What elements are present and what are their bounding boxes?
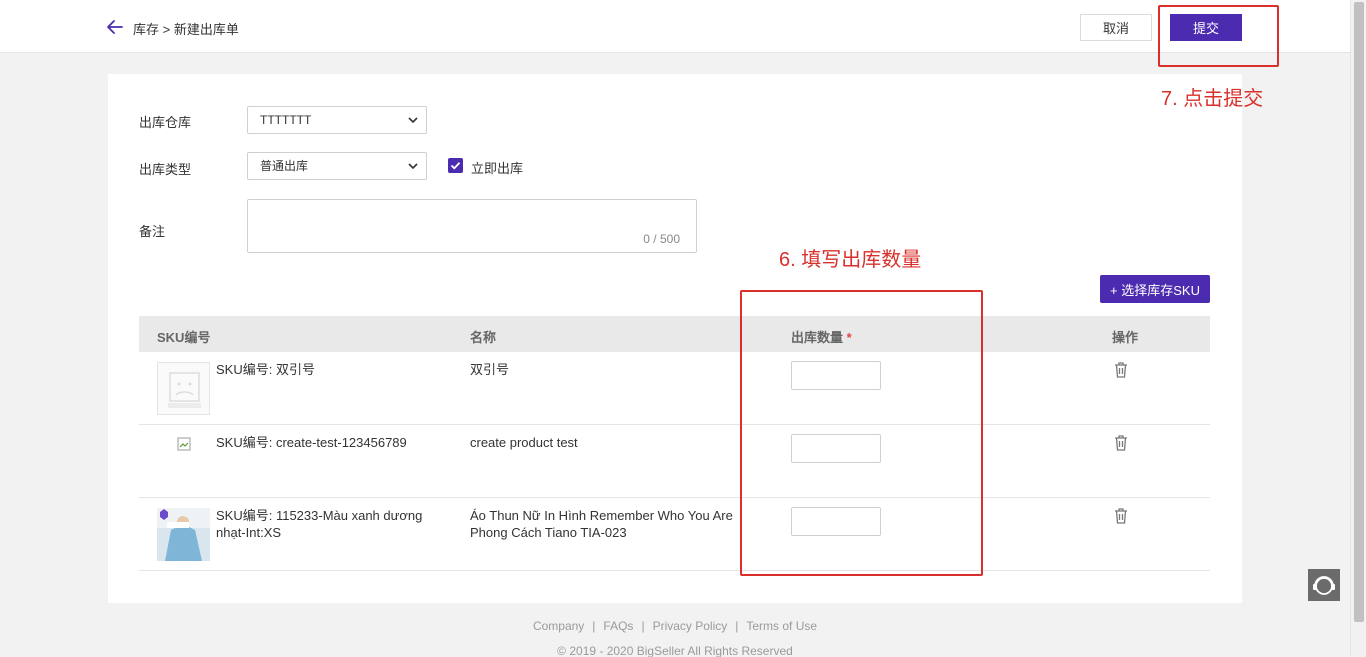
outbound-form-card: 出库仓库 TTTTTTT 出库类型 普通出库 立即出库 备注 0 / 500 +… (108, 74, 1242, 603)
annotation-step6: 6. 填写出库数量 (779, 249, 922, 271)
trash-icon[interactable] (1113, 361, 1129, 379)
annotation-box-submit (1158, 5, 1279, 67)
table-header: SKU编号 名称 出库数量 * 操作 (139, 316, 1210, 352)
immediate-outbound-checkbox[interactable] (448, 158, 463, 173)
sku-code: SKU编号: 115233-Màu xanh dương nhạt-Int:XS (216, 508, 423, 540)
select-inventory-sku-button[interactable]: + 选择库存SKU (1100, 275, 1210, 303)
warehouse-label: 出库仓库 (139, 115, 192, 130)
table-row: SKU编号: 115233-Màu xanh dương nhạt-Int:XS… (139, 498, 1210, 571)
type-label: 出库类型 (139, 162, 192, 177)
type-select[interactable]: 普通出库 (247, 152, 427, 180)
table-row: SKU编号: 双引号 双引号 (139, 352, 1210, 425)
chevron-down-icon (408, 163, 418, 170)
remark-char-counter: 0 / 500 (643, 232, 680, 246)
remark-textarea[interactable]: 0 / 500 (247, 199, 697, 253)
product-thumbnail (157, 508, 210, 561)
chevron-down-icon (408, 117, 418, 124)
broken-image-icon (177, 437, 191, 451)
sku-code: SKU编号: 双引号 (216, 362, 315, 377)
trash-icon[interactable] (1113, 434, 1129, 452)
copyright: © 2019 - 2020 BigSeller All Rights Reser… (557, 644, 793, 657)
breadcrumb: 库存 > 新建出库单 (133, 22, 239, 37)
warehouse-select-value: TTTTTTT (260, 113, 312, 127)
sku-code: SKU编号: create-test-123456789 (216, 435, 407, 450)
customer-service-button[interactable] (1308, 569, 1340, 601)
product-name: Áo Thun Nữ In Hình Remember Who You Are … (470, 508, 733, 540)
remark-label: 备注 (139, 224, 166, 239)
page-scrollbar[interactable] (1350, 0, 1366, 657)
headset-icon (1313, 576, 1335, 595)
type-select-value: 普通出库 (260, 159, 309, 173)
cancel-button[interactable]: 取消 (1080, 14, 1152, 41)
warehouse-select[interactable]: TTTTTTT (247, 106, 427, 134)
scrollbar-thumb[interactable] (1354, 2, 1364, 622)
footer-link-terms[interactable]: Terms of Use (746, 619, 817, 633)
immediate-outbound-label: 立即出库 (471, 161, 524, 176)
footer-link-company[interactable]: Company (533, 619, 584, 633)
product-name: create product test (470, 435, 578, 450)
table-row: SKU编号: create-test-123456789 create prod… (139, 425, 1210, 498)
col-actions: 操作 (1112, 330, 1139, 345)
no-image-placeholder (157, 362, 210, 415)
top-bar: 库存 > 新建出库单 取消 提交 (0, 0, 1350, 53)
trash-icon[interactable] (1113, 507, 1129, 525)
checkmark-icon (450, 162, 461, 170)
back-arrow-icon[interactable] (106, 18, 124, 36)
footer-link-privacy[interactable]: Privacy Policy (653, 619, 728, 633)
col-name: 名称 (470, 330, 497, 345)
product-name: 双引号 (470, 362, 510, 377)
footer-link-faqs[interactable]: FAQs (603, 619, 633, 633)
annotation-step7: 7. 点击提交 (1161, 88, 1264, 110)
footer-links: Company | FAQs | Privacy Policy | Terms of Use (532, 619, 818, 633)
annotation-box-quantity (740, 290, 983, 576)
col-sku: SKU编号 (157, 330, 211, 345)
